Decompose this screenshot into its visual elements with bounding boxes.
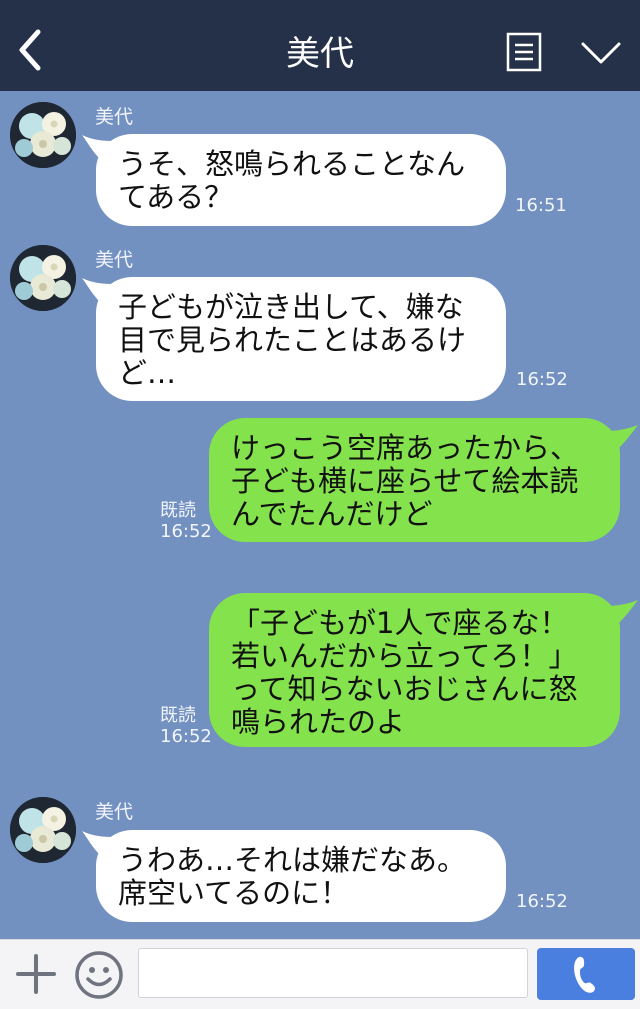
emoji-button[interactable] (74, 950, 124, 1000)
message-time: 16:52 (516, 891, 568, 912)
sender-name: 美代 (95, 106, 134, 128)
read-receipt: 既読 (160, 500, 196, 521)
bubble-tail (606, 600, 638, 624)
flower-avatar-icon (10, 245, 76, 311)
collapse-button[interactable] (580, 38, 622, 68)
flower-avatar-icon (10, 102, 76, 168)
plus-icon (16, 954, 56, 994)
avatar[interactable] (10, 797, 76, 863)
call-button[interactable] (537, 948, 635, 1000)
avatar[interactable] (10, 245, 76, 311)
chat-title: 美代 (286, 34, 354, 74)
phone-icon (574, 956, 596, 993)
message-composer (0, 939, 640, 1009)
sender-name: 美代 (95, 801, 134, 823)
message-time: 16:52 (160, 521, 212, 542)
message-bubble[interactable]: 子どもが泣き出して、嫌な 目で見られたことはあるけ ど… (96, 277, 506, 401)
message-bubble[interactable]: うそ、怒鳴られることなん てある？ (96, 134, 506, 226)
avatar[interactable] (10, 102, 76, 168)
chat-area[interactable]: 美代 うそ、怒鳴られることなん てある？ 16:51 美代 子どもが泣き出して、… (0, 91, 640, 939)
sender-name: 美代 (95, 249, 134, 271)
message-time: 16:52 (516, 369, 568, 390)
message-time: 16:52 (160, 726, 212, 747)
flower-avatar-icon (10, 797, 76, 863)
message-bubble[interactable]: けっこう空席あったから、 子ども横に座らせて絵本読 んでたんだけど (209, 418, 620, 542)
message-bubble[interactable]: うわあ…それは嫌だなあ。 席空いてるのに！ (96, 830, 506, 922)
chat-header: 美代 (0, 0, 640, 91)
smiley-icon (75, 951, 123, 999)
notes-icon (506, 32, 542, 72)
notes-button[interactable] (506, 32, 542, 72)
add-button[interactable] (14, 952, 58, 996)
message-input[interactable] (138, 948, 528, 998)
message-bubble[interactable]: 「子どもが1人で座るな！ 若いんだから立ってろ！」 って知らないおじさんに怒 鳴… (209, 593, 620, 747)
chevron-down-icon (581, 42, 621, 64)
bubble-tail (606, 425, 638, 449)
message-time: 16:51 (515, 195, 567, 216)
read-receipt: 既読 (160, 705, 196, 726)
